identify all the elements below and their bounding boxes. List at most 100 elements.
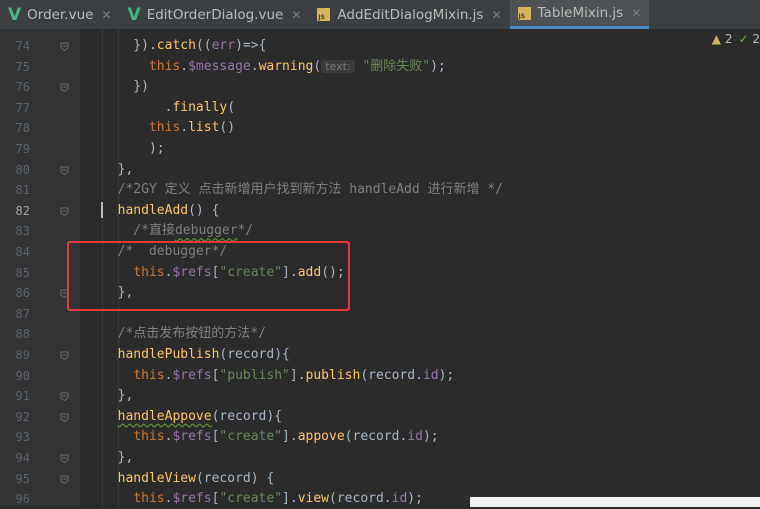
code-token: (record){ (211, 408, 283, 424)
ok-count[interactable]: ✓ 2 (738, 32, 760, 46)
code-token: handleView (117, 470, 196, 486)
code-text: this.$refs["create"].appove(record.id); (102, 427, 438, 447)
tab-table-mixin-js[interactable]: TableMixin.js ✕ (509, 0, 650, 29)
fold-marker-icon[interactable] (60, 166, 69, 175)
line-number: 81 (15, 183, 30, 198)
code-line[interactable]: 90 this.$refs["publish"].publish(record.… (0, 366, 760, 386)
horizontal-scrollbar-thumb[interactable] (470, 497, 760, 507)
js-file-icon (317, 8, 331, 21)
code-token: ); (102, 141, 165, 156)
code-token: (record) { (195, 470, 275, 486)
fold-marker-icon[interactable] (60, 413, 69, 422)
code-token: . (180, 58, 189, 74)
code-token: $refs (172, 491, 212, 507)
code-line[interactable]: 74 }).catch((err)=>{ (0, 36, 760, 56)
vue-file-icon: V (127, 4, 141, 25)
fold-marker-icon[interactable] (60, 475, 69, 484)
line-number: 93 (15, 430, 30, 445)
fold-marker-icon[interactable] (60, 207, 69, 216)
fold-marker-icon[interactable] (60, 42, 69, 51)
vue-file-icon: V (8, 4, 22, 25)
tab-add-edit-dialog-mixin-js[interactable]: AddEditDialogMixin.js ✕ (309, 0, 509, 29)
code-line[interactable]: 80 }, (0, 160, 760, 180)
line-number: 87 (15, 306, 30, 321)
code-line[interactable]: 79 ); (0, 139, 760, 159)
code-token: this (133, 491, 165, 507)
highlight-annotation-box (67, 241, 350, 311)
code-token: (record. (360, 367, 423, 383)
fold-marker-icon[interactable] (60, 392, 69, 402)
code-token: (record){ (219, 347, 290, 362)
code-token: ); (430, 58, 446, 74)
line-number: 83 (15, 224, 30, 239)
code-line[interactable]: 88 /*点击发布按钮的方法*/ (0, 324, 760, 344)
code-token: "create" (219, 429, 283, 445)
code-line[interactable]: 94 }, (0, 448, 760, 468)
parameter-hint: text: (321, 59, 355, 73)
code-text: handlePublish(record){ (102, 345, 290, 365)
code-text: handleAppove(record){ (102, 407, 282, 427)
tab-edit-order-dialog-vue[interactable]: V EditOrderDialog.vue ✕ (120, 0, 310, 29)
js-file-icon (517, 6, 531, 20)
code-token: $refs (172, 429, 212, 445)
code-text: }, (102, 386, 134, 406)
code-token: finally (172, 99, 228, 115)
line-number: 89 (15, 348, 30, 362)
inspection-widget[interactable]: ▲ 2 ✓ 2 (712, 32, 760, 46)
line-number: 95 (15, 471, 30, 486)
code-token: err (211, 38, 236, 53)
code-token: list (188, 120, 220, 136)
code-token: catch (156, 38, 196, 53)
code-token: }). (102, 38, 157, 53)
code-token: appove (297, 429, 345, 445)
code-line[interactable]: 91 }, (0, 386, 760, 406)
line-number: 80 (15, 162, 30, 177)
code-line[interactable]: 78 this.list() (0, 118, 760, 138)
line-number: 77 (15, 100, 30, 115)
tab-order-vue[interactable]: V Order.vue ✕ (0, 0, 120, 29)
code-token: ( (313, 58, 322, 74)
code-token: $message (188, 58, 251, 74)
code-token: ); (407, 491, 423, 507)
line-number: 75 (15, 59, 30, 74)
line-number: 88 (15, 327, 30, 342)
code-line[interactable]: 82 handleAdd() { (0, 201, 760, 221)
fold-marker-icon[interactable] (60, 454, 69, 463)
close-icon[interactable]: ✕ (291, 8, 301, 22)
code-text: handleAdd() { (102, 201, 220, 221)
code-line[interactable]: 81 /*2GY 定义 点击新增用户找到新方法 handleAdd 进行新增 *… (0, 180, 760, 200)
line-number: 92 (15, 409, 30, 424)
close-icon[interactable]: ✕ (101, 8, 111, 22)
code-token: id (391, 491, 408, 507)
code-line[interactable]: 77 .finally( (0, 98, 760, 118)
code-line[interactable]: 76 }) (0, 77, 760, 97)
line-number: 78 (15, 121, 30, 136)
code-line[interactable]: 89 handlePublish(record){ (0, 345, 760, 365)
code-token: ( (227, 99, 236, 115)
code-line[interactable]: 95 handleView(record) { (0, 469, 760, 489)
code-token: publish (305, 367, 361, 383)
code-token: }, (102, 388, 134, 404)
code-line[interactable]: 83 /*直接debugger*/ (0, 221, 760, 241)
code-token: /*直接 (102, 223, 175, 239)
line-number: 74 (15, 39, 30, 53)
close-icon[interactable]: ✕ (631, 6, 641, 20)
line-number: 82 (15, 203, 30, 218)
line-number: 76 (15, 80, 30, 95)
fold-marker-icon[interactable] (60, 83, 69, 93)
close-icon[interactable]: ✕ (491, 8, 501, 22)
fold-marker-icon[interactable] (60, 351, 69, 360)
code-line[interactable]: 92 handleAppove(record){ (0, 407, 760, 427)
code-text: .finally( (102, 98, 235, 118)
code-line[interactable]: 93 this.$refs["create"].appove(record.id… (0, 427, 760, 447)
code-token: (record. (344, 429, 408, 445)
code-token: ); (438, 367, 455, 383)
code-token: . (180, 120, 189, 136)
code-text: }, (102, 160, 134, 180)
warning-count[interactable]: ▲ 2 (712, 32, 733, 46)
code-line[interactable]: 75 this.$message.warning(text: "删除失败"); (0, 57, 760, 77)
tab-label: Order.vue (27, 6, 94, 23)
code-token: ]. (282, 491, 298, 507)
